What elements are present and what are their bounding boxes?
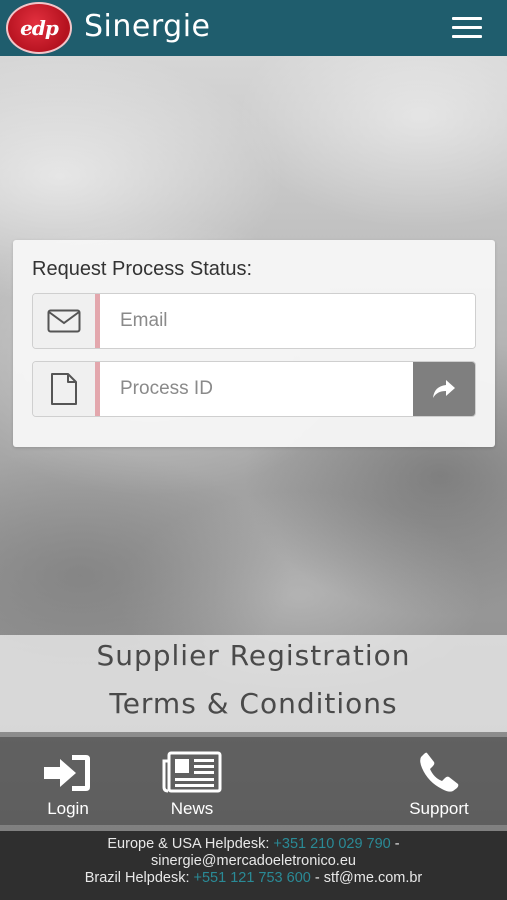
europe-helpdesk-label: Europe & USA Helpdesk: <box>107 836 270 852</box>
sign-in-icon <box>44 737 92 793</box>
card-title: Request Process Status: <box>32 258 253 280</box>
app-title: Sinergie <box>84 9 211 44</box>
terms-conditions-link[interactable]: Terms & Conditions <box>0 687 507 720</box>
europe-helpdesk-phone[interactable]: +351 210 029 790 <box>273 836 390 852</box>
process-id-input[interactable] <box>100 362 413 416</box>
nav-support[interactable]: Support <box>404 737 474 825</box>
brazil-helpdesk-phone[interactable]: +551 121 753 600 <box>194 870 311 886</box>
europe-helpdesk-line: Europe & USA Helpdesk: +351 210 029 790 … <box>0 836 507 853</box>
separator: - <box>314 870 320 886</box>
separator: - <box>394 836 400 852</box>
process-id-field-group <box>32 361 476 417</box>
nav-login[interactable]: Login <box>40 737 96 825</box>
info-links: Supplier Registration Terms & Conditions <box>0 635 507 732</box>
top-bar: edp Sinergie <box>0 0 507 56</box>
logo-text: edp <box>20 16 59 40</box>
phone-icon <box>418 737 460 793</box>
share-arrow-icon <box>433 380 455 398</box>
submit-button[interactable] <box>413 362 475 416</box>
edp-logo[interactable]: edp <box>6 2 72 54</box>
nav-login-label: Login <box>47 799 89 818</box>
nav-support-label: Support <box>409 799 469 818</box>
europe-email-line: sinergie@mercadoeletronico.eu <box>0 853 507 870</box>
hamburger-menu-icon[interactable] <box>452 17 482 39</box>
request-status-card: Request Process Status: <box>13 240 495 447</box>
envelope-icon <box>33 294 100 348</box>
newspaper-icon <box>162 737 222 793</box>
brazil-helpdesk-line: Brazil Helpdesk: +551 121 753 600 - stf@… <box>0 870 507 887</box>
email-field-group <box>32 293 476 349</box>
nav-news[interactable]: News <box>160 737 224 825</box>
supplier-registration-link[interactable]: Supplier Registration <box>0 639 507 672</box>
bottom-nav: Login News Support <box>0 737 507 825</box>
brazil-helpdesk-label: Brazil Helpdesk: <box>84 870 190 886</box>
nav-news-label: News <box>170 799 214 818</box>
helpdesk-footer: Europe & USA Helpdesk: +351 210 029 790 … <box>0 831 507 900</box>
brazil-helpdesk-email[interactable]: stf@me.com.br <box>324 870 423 886</box>
email-input[interactable] <box>100 294 475 348</box>
europe-helpdesk-email[interactable]: sinergie@mercadoeletronico.eu <box>151 853 356 869</box>
document-icon <box>33 362 100 416</box>
